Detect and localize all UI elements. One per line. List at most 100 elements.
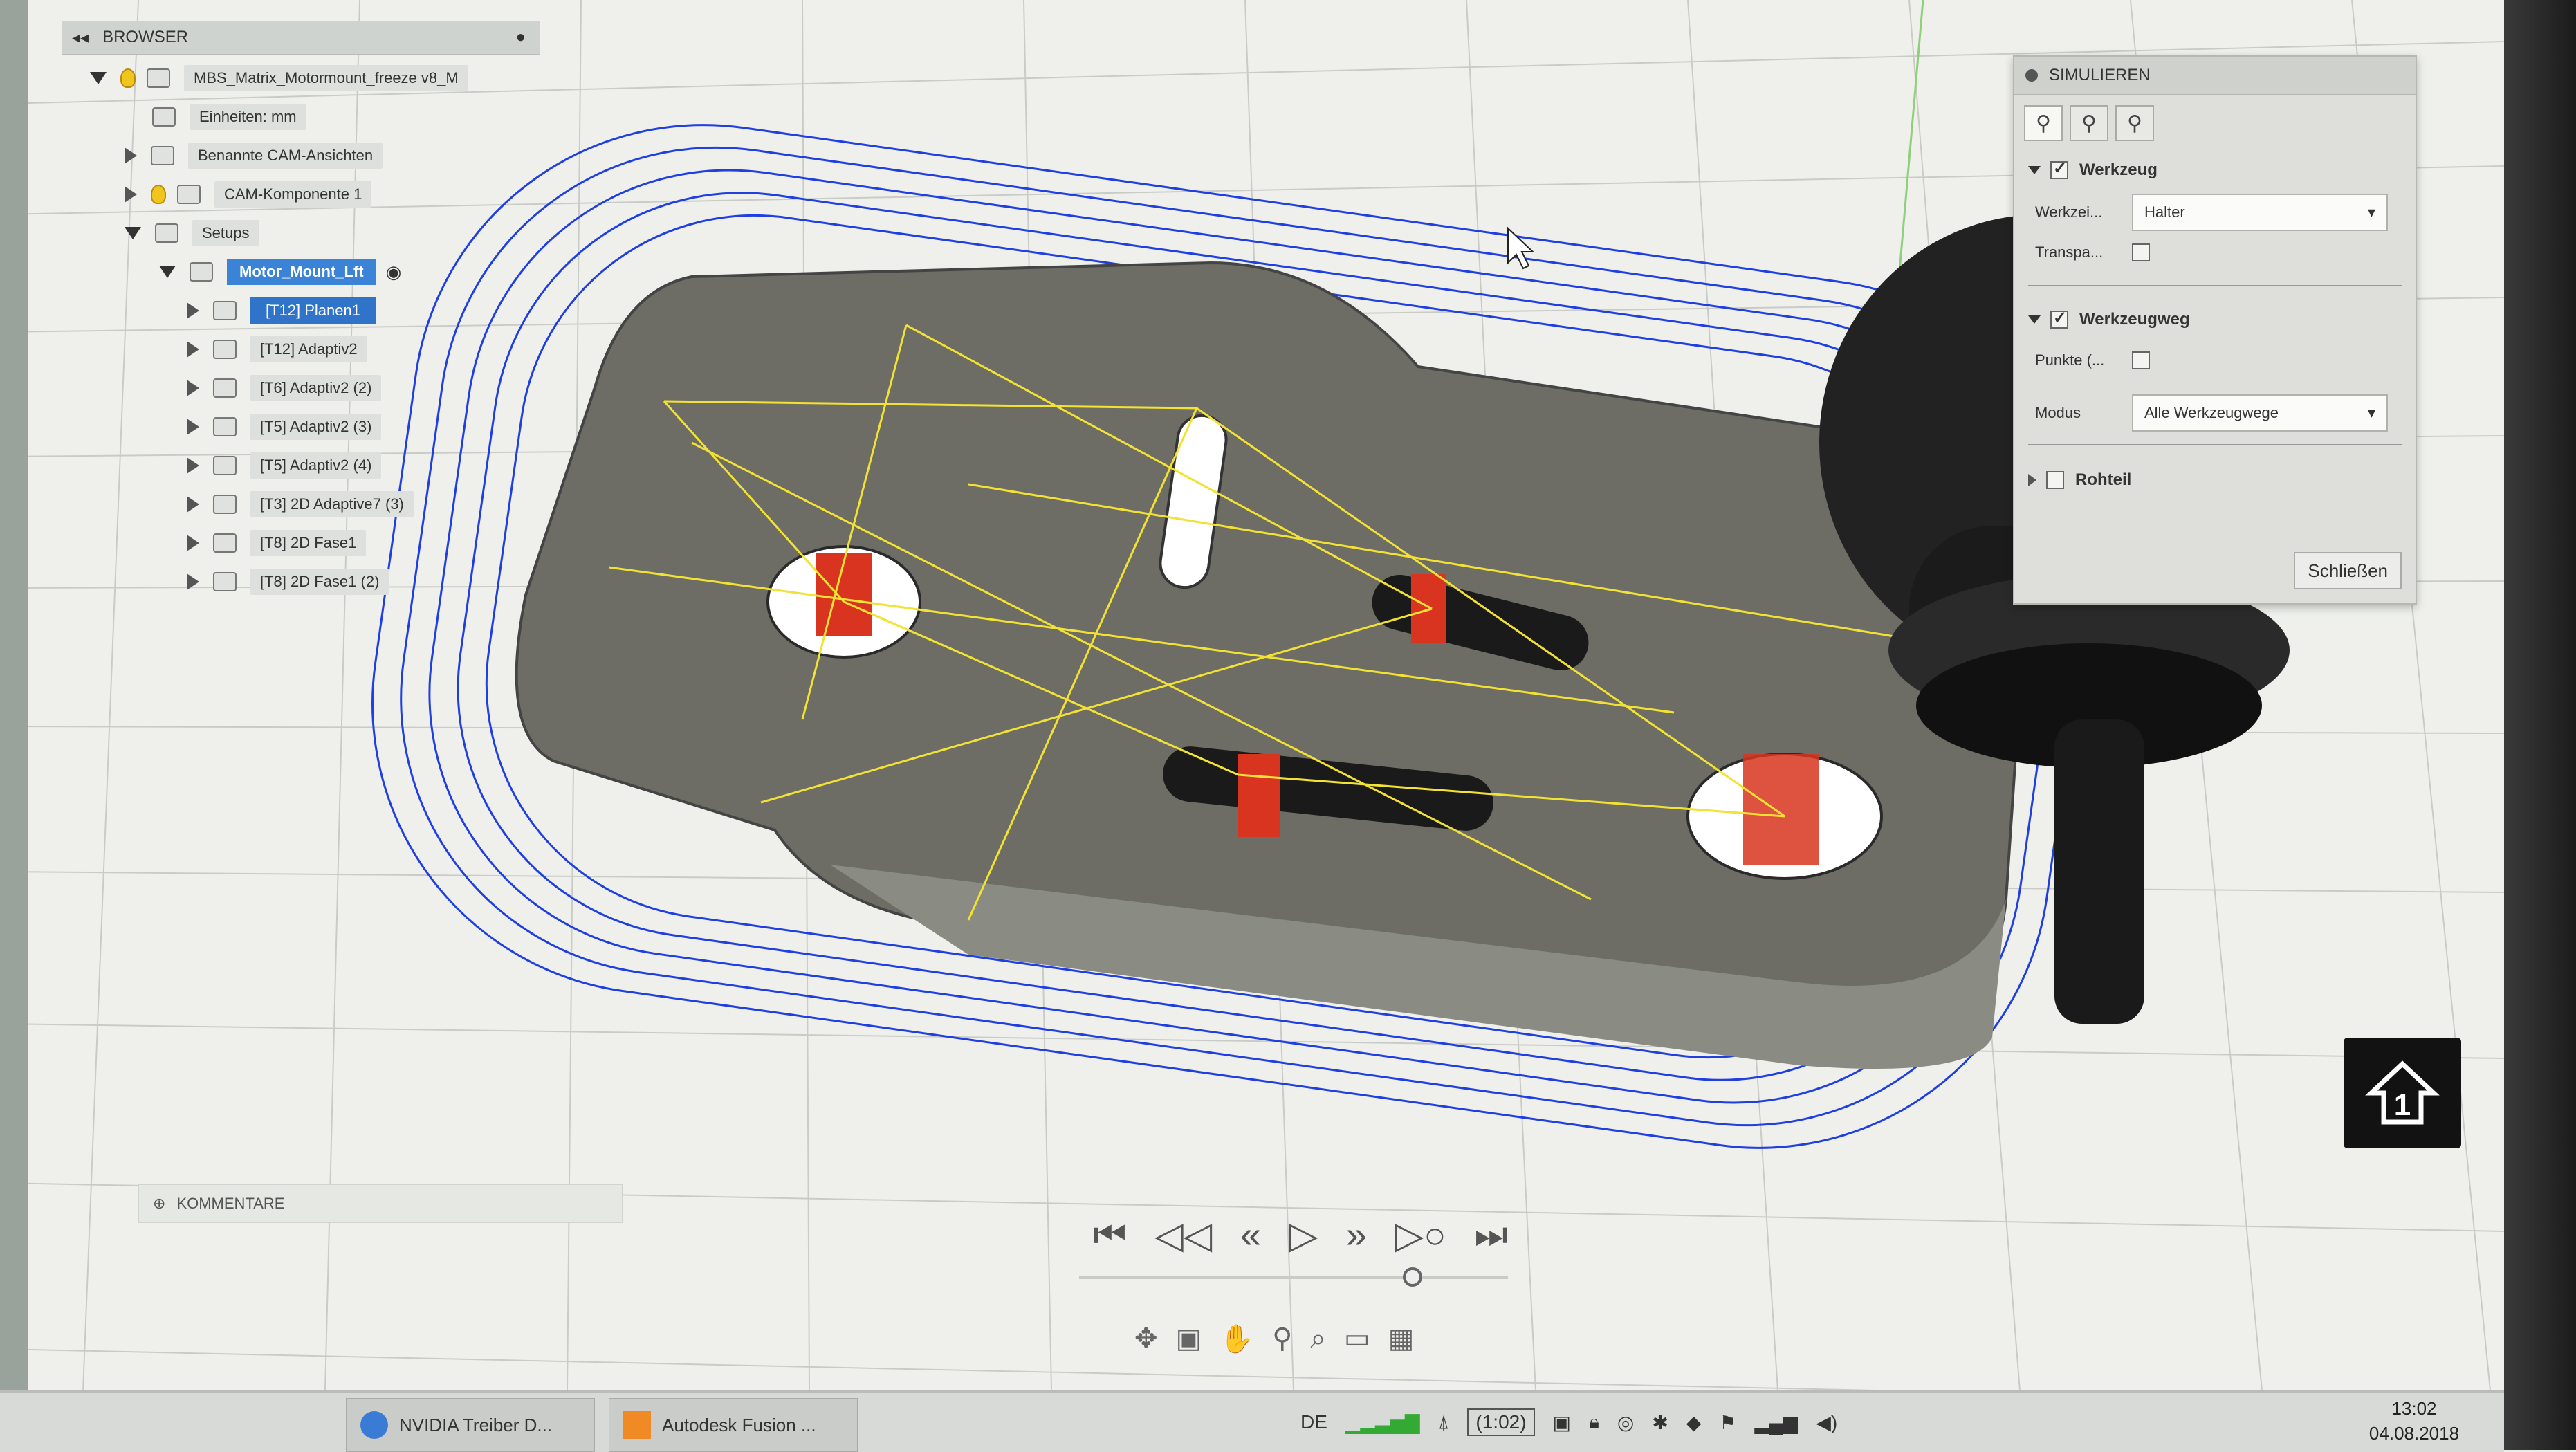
pan-icon[interactable]: ✋ (1220, 1323, 1254, 1355)
tab-info-icon[interactable]: ⚲ (2070, 105, 2108, 141)
orbit-icon[interactable]: ✥ (1134, 1323, 1158, 1354)
expand-right-icon[interactable] (2028, 474, 2036, 486)
collapse-down-icon[interactable] (2028, 166, 2041, 174)
chamfer-icon (213, 572, 237, 591)
skip-to-start-icon[interactable]: ⏮ (1093, 1213, 1127, 1257)
visibility-bulb-icon[interactable] (120, 68, 136, 88)
tree-item-operation-7[interactable]: [T8] 2D Fase1 (2) (187, 566, 389, 598)
expand-right-icon[interactable] (187, 573, 199, 590)
display-settings-icon[interactable]: ▭ (1344, 1323, 1370, 1354)
taskbar-clock[interactable]: 13:02 04.08.2018 (2345, 1396, 2483, 1446)
tray-app-icon[interactable]: ▣ (1553, 1411, 1571, 1434)
signal-strength-icon[interactable]: ▁▂▃▅▇ (1345, 1411, 1420, 1434)
rewind-icon[interactable]: « (1240, 1213, 1261, 1256)
tool-row: Werkzei... Halter ▾ (2035, 194, 2388, 231)
tab-statistics-icon[interactable]: ⚲ (2115, 105, 2154, 141)
tree-item-named-views[interactable]: Benannte CAM-Ansichten (125, 140, 383, 172)
tree-item-operation-3[interactable]: [T5] Adaptiv2 (3) (187, 411, 382, 443)
tree-item-operation-4[interactable]: [T5] Adaptiv2 (4) (187, 450, 382, 481)
tree-item-setup[interactable]: Motor_Mount_Lft ◉ (159, 256, 401, 288)
skip-to-end-icon[interactable]: ⏭ (1474, 1213, 1508, 1257)
taskbar-item-fusion[interactable]: Autodesk Fusion ... (609, 1398, 858, 1452)
battery-indicator[interactable]: (1:02) (1467, 1408, 1535, 1436)
folder-icon (155, 223, 178, 243)
pin-icon[interactable]: ● (516, 28, 526, 47)
expand-right-icon[interactable] (125, 147, 137, 164)
comments-panel[interactable]: ⊕ KOMMENTARE (138, 1184, 623, 1223)
tab-display-icon[interactable]: ⚲ (2024, 105, 2063, 141)
expand-right-icon[interactable] (187, 341, 199, 358)
section-stock[interactable]: Rohteil (2028, 470, 2131, 490)
bluetooth-icon[interactable]: ✱ (1652, 1411, 1668, 1434)
expand-down-icon[interactable] (125, 227, 141, 239)
expand-right-icon[interactable] (187, 496, 199, 513)
tree-item-units[interactable]: Einheiten: mm (152, 101, 306, 133)
dropbox-icon[interactable]: ◆ (1686, 1411, 1702, 1434)
expand-down-icon[interactable] (159, 266, 176, 278)
tree-item-operation-6[interactable]: [T8] 2D Fase1 (187, 527, 367, 559)
points-checkbox[interactable] (2132, 351, 2150, 369)
adaptive-icon (213, 417, 237, 436)
expand-right-icon[interactable] (187, 457, 199, 474)
wifi-icon[interactable]: ▂▄▆ (1754, 1411, 1798, 1434)
browser-header[interactable]: ◂◂ BROWSER ● (62, 21, 540, 55)
section-tool[interactable]: Werkzeug (2028, 158, 2158, 180)
expand-right-icon[interactable] (187, 419, 199, 435)
play-icon[interactable]: ▷ (1289, 1213, 1318, 1257)
collapse-down-icon[interactable] (2028, 315, 2041, 324)
panel-menu-icon[interactable] (2025, 69, 2038, 82)
close-button[interactable]: Schließen (2294, 552, 2402, 589)
simulation-timeline[interactable] (1079, 1276, 1508, 1279)
zoom-icon[interactable]: ⚲ (1272, 1323, 1292, 1354)
taskbar-item-nvidia[interactable]: NVIDIA Treiber D... (346, 1398, 595, 1452)
home-icon: 1 (2365, 1060, 2440, 1125)
tree-item-operation-2[interactable]: [T6] Adaptiv2 (2) (187, 372, 382, 404)
tree-item-operation-0[interactable]: [T12] Planen1 (187, 295, 376, 327)
collapse-icon[interactable]: ◂◂ (72, 28, 89, 48)
stock-checkbox[interactable] (2046, 471, 2064, 489)
expand-right-icon[interactable] (125, 186, 137, 203)
timeline-handle[interactable] (1403, 1267, 1422, 1287)
look-at-icon[interactable]: ▣ (1176, 1323, 1202, 1354)
network-icon[interactable]: ⍋ (1438, 1411, 1450, 1434)
language-indicator[interactable]: DE (1300, 1411, 1327, 1433)
flag-icon[interactable]: ⚑ (1719, 1411, 1736, 1434)
operation-label: [T12] Adaptiv2 (250, 336, 367, 362)
tree-item-operation-1[interactable]: [T12] Adaptiv2 (187, 333, 367, 365)
previous-operation-icon[interactable]: ◁◁ (1154, 1213, 1212, 1257)
simulation-panel: SIMULIEREN ⚲ ⚲ ⚲ Werkzeug Werkzei... Hal… (2013, 55, 2417, 605)
toolpath-checkbox[interactable] (2050, 308, 2068, 329)
tray-app-icon[interactable]: ◎ (1617, 1411, 1634, 1434)
tree-item-setups[interactable]: Setups (125, 217, 259, 249)
tree-item-component[interactable]: CAM-Komponente 1 (125, 178, 372, 210)
expand-right-icon[interactable] (187, 380, 199, 396)
home-view-button[interactable]: 1 (2344, 1038, 2461, 1148)
add-comment-icon[interactable]: ⊕ (153, 1195, 165, 1213)
target-icon[interactable]: ◉ (386, 261, 402, 283)
adaptive-icon (213, 378, 237, 398)
mode-select[interactable]: Alle Werkzeugwege ▾ (2132, 394, 2388, 432)
visibility-bulb-icon[interactable] (151, 185, 166, 204)
zoom-window-icon[interactable]: ⌕ (1310, 1323, 1325, 1354)
transparency-checkbox[interactable] (2132, 243, 2150, 261)
tool-checkbox[interactable] (2050, 158, 2068, 179)
next-operation-icon[interactable]: ▷○ (1395, 1213, 1446, 1257)
volume-icon[interactable]: ◀) (1816, 1411, 1837, 1434)
expand-right-icon[interactable] (187, 535, 199, 551)
expand-right-icon[interactable] (187, 302, 199, 319)
tree-root[interactable]: MBS_Matrix_Motormount_freeze v8_M (90, 62, 468, 94)
simulation-header[interactable]: SIMULIEREN (2014, 57, 2416, 95)
adaptive-icon (213, 456, 237, 475)
tree-item-operation-5[interactable]: [T3] 2D Adaptive7 (3) (187, 488, 414, 520)
lock-icon[interactable]: 🔒︎ (1589, 1411, 1599, 1434)
section-toolpath[interactable]: Werkzeugweg (2028, 308, 2190, 329)
system-tray: DE ▁▂▃▅▇ ⍋ (1:02) ▣ 🔒︎ ◎ ✱ ◆ ⚑ ▂▄▆ ◀) (1300, 1393, 1837, 1452)
grid-settings-icon[interactable]: ▦ (1388, 1323, 1415, 1354)
section-divider (2028, 444, 2402, 445)
tool-select[interactable]: Halter ▾ (2132, 194, 2388, 231)
fast-forward-icon[interactable]: » (1346, 1213, 1367, 1256)
tool-select-value: Halter (2144, 203, 2185, 221)
expand-down-icon[interactable] (90, 72, 107, 84)
clock-date: 04.08.2018 (2368, 1423, 2460, 1444)
windows-taskbar: NVIDIA Treiber D... Autodesk Fusion ... … (0, 1390, 2504, 1452)
